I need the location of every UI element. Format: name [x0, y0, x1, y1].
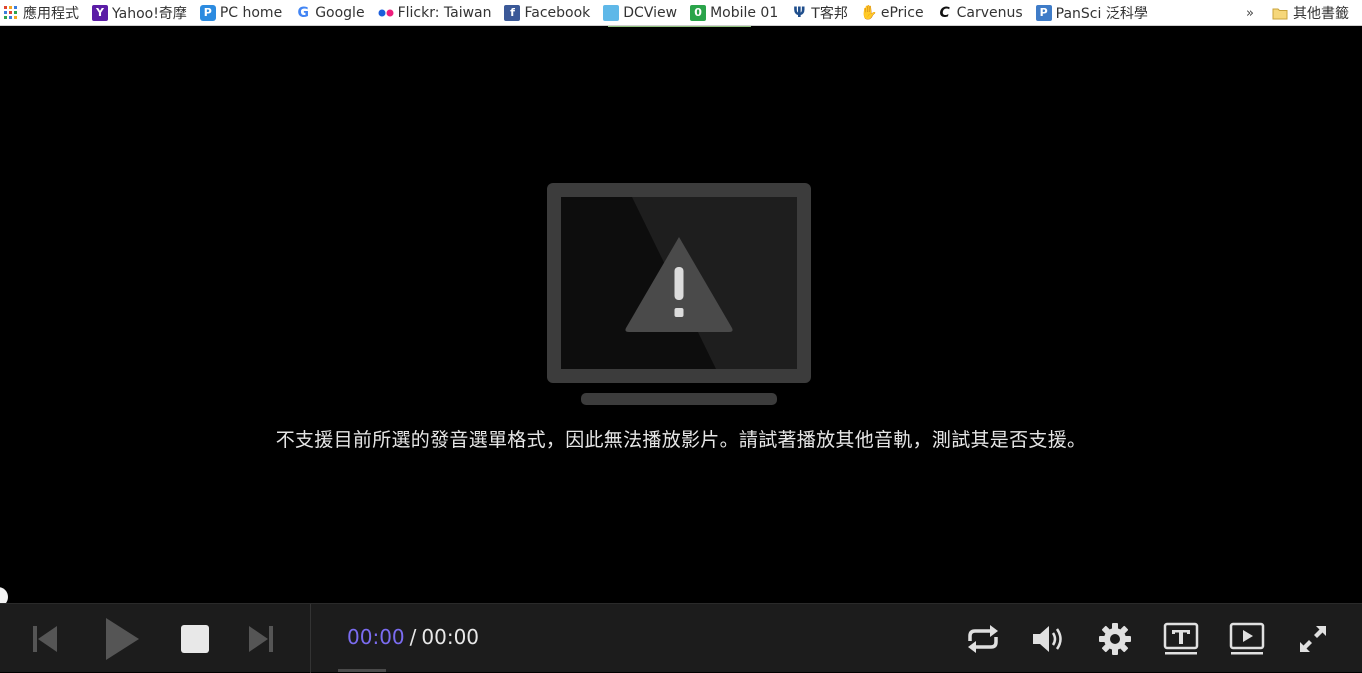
play-button[interactable] — [96, 604, 146, 673]
bookmark-label: 應用程式 — [23, 5, 79, 22]
bookmark-google[interactable]: G Google — [295, 0, 364, 26]
bookmark-label: Google — [315, 4, 365, 21]
google-icon: G — [297, 4, 309, 21]
settings-button[interactable] — [1095, 604, 1135, 673]
stop-icon — [181, 624, 209, 653]
bookmark-label: PanSci 泛科學 — [1055, 5, 1148, 22]
control-divider — [310, 604, 311, 673]
volume-icon — [1033, 625, 1062, 652]
repeat-icon — [968, 624, 998, 653]
pansci-icon: P — [1035, 4, 1052, 21]
bookmark-label: T客邦 — [811, 5, 848, 22]
bookmark-label: Facebook — [524, 4, 591, 21]
bookmark-label: DCView — [623, 4, 678, 21]
tkebang-icon: Ψ — [793, 4, 806, 21]
skip-previous-icon — [33, 625, 57, 652]
repeat-button[interactable] — [962, 604, 1004, 673]
other-bookmarks-label: 其他書籤 — [1293, 6, 1349, 22]
bookmark-eprice[interactable]: ✋ ePrice — [860, 0, 924, 26]
pchome-icon: P — [199, 4, 216, 21]
carvenus-icon: C — [939, 4, 950, 21]
player-control-bar: 00:00 / 00:00 — [0, 603, 1362, 673]
fullscreen-button[interactable] — [1293, 604, 1333, 673]
mobile01-icon: 0 — [690, 4, 707, 21]
bookmark-dcview[interactable]: DCView — [603, 0, 677, 26]
time-display: 00:00 / 00:00 — [347, 604, 479, 670]
bookmark-pansci[interactable]: P PanSci 泛科學 — [1035, 0, 1148, 26]
video-play-icon — [1229, 622, 1265, 654]
next-button[interactable] — [242, 604, 280, 673]
bookmark-pchome[interactable]: P PC home — [199, 0, 283, 26]
folder-icon — [1272, 7, 1288, 20]
bookmark-mobile01[interactable]: 0 Mobile 01 — [690, 0, 778, 26]
bookmark-label: ePrice — [880, 4, 924, 21]
fullscreen-expand-icon — [1300, 625, 1326, 652]
current-time: 00:00 — [347, 625, 405, 649]
bookmark-tkebang[interactable]: Ψ T客邦 — [791, 0, 848, 26]
dcview-icon — [603, 4, 620, 21]
bookmark-label: Yahoo!奇摩 — [112, 5, 187, 22]
eprice-icon: ✋ — [860, 4, 878, 21]
volume-button[interactable] — [1028, 604, 1070, 673]
other-bookmarks-folder[interactable]: 其他書籤 — [1272, 0, 1349, 26]
total-time: 00:00 — [421, 625, 480, 649]
bookmark-label: PC home — [219, 4, 283, 21]
bookmarks-bar: 應用程式 Y Yahoo!奇摩 P PC home G Google Flick… — [0, 0, 1362, 26]
bookmarks-more-button[interactable]: » — [1246, 0, 1254, 26]
skip-next-icon — [249, 625, 273, 652]
apps-grid-icon — [3, 5, 19, 21]
yahoo-icon: Y — [92, 4, 108, 21]
bookmark-apps[interactable]: 應用程式 — [3, 0, 79, 26]
bookmark-facebook[interactable]: f Facebook — [504, 0, 590, 26]
bookmark-carvenus[interactable]: C Carvenus — [937, 0, 1023, 26]
gear-icon — [1099, 622, 1131, 655]
subtitle-text-icon — [1163, 622, 1199, 654]
bookmark-label: Flickr: Taiwan — [397, 4, 492, 21]
bookmark-yahoo[interactable]: Y Yahoo!奇摩 — [92, 0, 187, 26]
error-message: 不支援目前所選的發音選單格式，因此無法播放影片。請試著播放其他音軌，測試其是否支… — [275, 429, 1087, 451]
flickr-icon — [378, 5, 394, 21]
stop-button[interactable] — [175, 604, 215, 673]
time-separator: / — [409, 625, 417, 649]
bookmark-flickr[interactable]: Flickr: Taiwan — [378, 0, 492, 26]
play-icon — [106, 617, 139, 660]
bookmark-label: Carvenus — [956, 4, 1023, 21]
bookmark-label: Mobile 01 — [710, 4, 779, 21]
previous-button[interactable] — [26, 604, 64, 673]
playlist-video-button[interactable] — [1226, 604, 1268, 673]
subtitles-button[interactable] — [1160, 604, 1202, 673]
facebook-icon: f — [504, 4, 521, 21]
tv-warning-icon — [546, 182, 812, 408]
